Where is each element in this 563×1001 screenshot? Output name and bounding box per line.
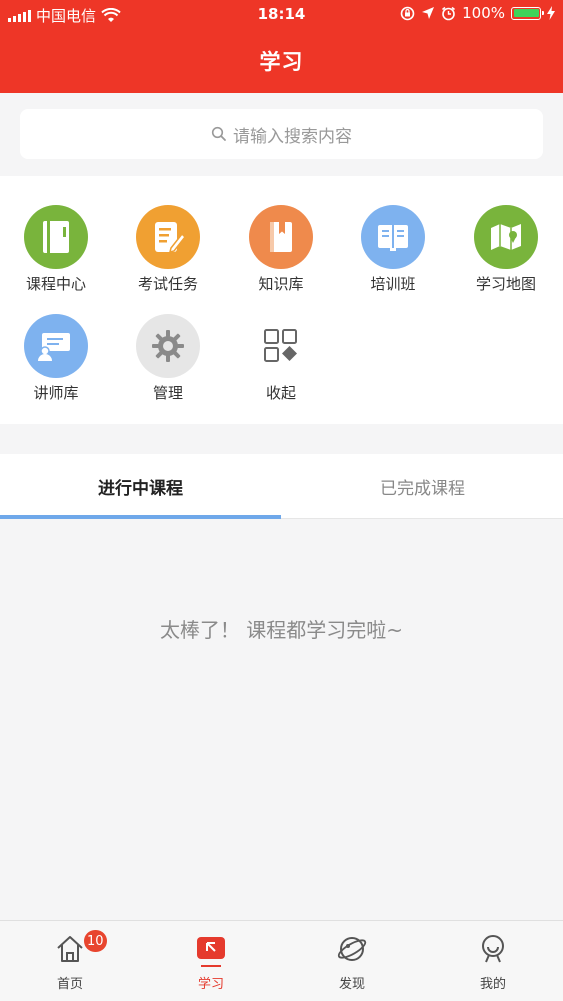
app-header: 中国电信 18:14 100% 学习 — [0, 0, 563, 93]
location-icon — [422, 7, 435, 19]
empty-state-message: 太棒了！ 课程都学习完啦~ — [159, 618, 404, 642]
bottom-nav: 10 首页 学习 发现 我的 — [0, 920, 563, 1001]
profile-icon — [482, 935, 504, 963]
grid-item-learning-map[interactable]: 学习地图 — [450, 205, 562, 294]
search-icon — [211, 126, 226, 141]
tab-in-progress[interactable]: 进行中课程 — [0, 454, 281, 519]
study-icon — [197, 937, 225, 959]
orientation-lock-icon — [400, 6, 415, 20]
exam-edit-icon — [136, 205, 200, 269]
grid-item-course-center[interactable]: 课程中心 — [0, 205, 112, 294]
status-bar: 中国电信 18:14 100% — [0, 0, 563, 30]
planet-icon — [337, 937, 367, 961]
battery-icon — [511, 6, 544, 20]
nav-item-discover[interactable]: 发现 — [282, 921, 422, 1001]
page-title: 学习 — [259, 50, 304, 74]
active-indicator — [201, 965, 221, 967]
notebook-icon — [24, 205, 88, 269]
grid-item-knowledge-base[interactable]: 知识库 — [225, 205, 337, 294]
map-icon — [474, 205, 538, 269]
grid-item-collapse[interactable]: 收起 — [225, 314, 337, 403]
book-icon — [249, 205, 313, 269]
nav-item-home[interactable]: 10 首页 — [0, 921, 140, 1001]
course-tabs: 进行中课程 已完成课程 — [0, 454, 563, 519]
grid-item-lecturer-library[interactable]: 讲师库 — [0, 314, 112, 403]
training-board-icon — [361, 205, 425, 269]
lecturer-icon — [24, 314, 88, 378]
grid-item-manage[interactable]: 管理 — [112, 314, 224, 403]
nav-item-profile[interactable]: 我的 — [423, 921, 563, 1001]
collapse-grid-icon — [249, 314, 313, 378]
alarm-icon — [442, 6, 456, 20]
nav-item-study[interactable]: 学习 — [141, 921, 281, 1001]
search-placeholder: 请输入搜索内容 — [233, 126, 352, 147]
charging-icon — [547, 6, 555, 20]
home-icon — [57, 936, 83, 962]
notification-badge: 10 — [84, 930, 107, 952]
grid-item-exam-tasks[interactable]: 考试任务 — [112, 205, 224, 294]
gear-icon — [136, 314, 200, 378]
search-bar[interactable]: 请输入搜索内容 — [20, 109, 543, 159]
grid-item-training-class[interactable]: 培训班 — [337, 205, 449, 294]
battery-percent: 100% — [462, 4, 505, 22]
tab-completed[interactable]: 已完成课程 — [282, 454, 563, 518]
feature-grid: 课程中心 考试任务 知识库 培训班 学习地图 讲师库 管理 收起 — [0, 176, 563, 424]
